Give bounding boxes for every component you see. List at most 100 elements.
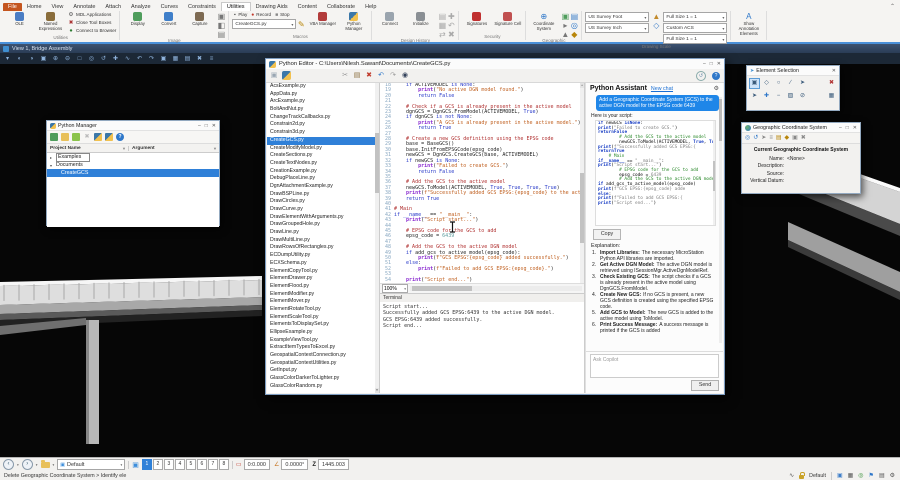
fit-view-icon[interactable]: ◎ <box>87 54 96 64</box>
close-icon[interactable]: ✕ <box>212 123 216 129</box>
mode-subtract-icon[interactable]: − <box>773 91 784 102</box>
tab-curves[interactable]: Curves <box>156 3 183 11</box>
gcs-shared-icon[interactable]: ◆ <box>785 134 790 143</box>
column-project-name[interactable]: Project Name <box>50 146 81 151</box>
redo-icon[interactable]: ↷ <box>389 71 397 81</box>
editor-help-icon[interactable]: ? <box>712 72 720 80</box>
signatures[interactable]: Signatures <box>462 12 491 27</box>
coordinate-system[interactable]: ⊕Coordinate System <box>529 12 558 32</box>
flag-icon[interactable]: ⚑ <box>869 472 874 480</box>
code-scrollbar[interactable]: ▴ <box>580 83 584 283</box>
file-item[interactable]: ElementsToDisplaySet.py <box>267 321 379 329</box>
file-item[interactable]: DrawCurve.py <box>267 206 379 214</box>
file-item[interactable]: DrawCircles.py <box>267 198 379 206</box>
file-item[interactable]: AppData.py <box>267 91 379 99</box>
dh-commit-icon[interactable]: ▤ <box>438 12 446 20</box>
image-convert[interactable]: Convert <box>154 12 183 27</box>
tab-analyze[interactable]: Analyze <box>126 3 156 11</box>
coords-field-value[interactable]: 0:0.000 <box>244 459 270 470</box>
signature-cell[interactable]: Signature Cell <box>493 12 522 27</box>
assistant-code-block[interactable]: if newGCS is None: print("Failed to crea… <box>595 120 716 226</box>
file-item[interactable]: AcsExample.py <box>267 83 379 91</box>
clash-icon[interactable]: ✖ <box>195 54 204 64</box>
clear-selection-icon[interactable]: ✖ <box>826 78 837 89</box>
view-next-icon[interactable]: ↷ <box>147 54 156 64</box>
save-icon[interactable]: ▣ <box>270 71 278 81</box>
view-display-menu-icon[interactable]: ▾ <box>3 54 12 64</box>
file-item[interactable]: DrawMultiLine.py <box>267 237 379 245</box>
find-icon[interactable]: ◉ <box>401 71 409 81</box>
view-toggle-2[interactable]: 2 <box>153 459 163 470</box>
file-item[interactable]: DrawRowsOfRectangles.py <box>267 244 379 252</box>
gear-icon[interactable]: ⚙ <box>714 85 719 92</box>
rotate-view-icon[interactable]: ↺ <box>99 54 108 64</box>
macro-record[interactable]: ●Record <box>250 12 271 18</box>
method-shape-icon[interactable]: ◇ <box>761 78 772 89</box>
code-hscrollbar[interactable] <box>410 286 582 291</box>
settings-icon[interactable]: ⚙ <box>890 472 895 480</box>
gcs-details-icon[interactable]: ≡ <box>769 134 773 143</box>
tab-help[interactable]: Help <box>360 3 381 11</box>
minimize-icon[interactable]: – <box>839 125 842 131</box>
explorer-icon[interactable]: ◎ <box>858 472 863 480</box>
terminal-output[interactable]: Script start...Successfully added GCS EP… <box>380 302 584 393</box>
model-views-icon[interactable]: ▣ <box>39 54 48 64</box>
file-item[interactable]: ElementMover.py <box>267 298 379 306</box>
close-icon[interactable]: ✕ <box>717 61 721 67</box>
tab-file[interactable]: File <box>3 3 22 11</box>
macro-play[interactable]: ▪Play <box>232 12 247 18</box>
collapse-ribbon-icon[interactable]: ⌃ <box>890 3 895 10</box>
forward-button[interactable]: › <box>22 459 33 470</box>
chevron-down-icon[interactable]: ▾ <box>53 463 55 467</box>
file-item[interactable]: DrawGroupedHole.py <box>267 221 379 229</box>
gcs-reproject-icon[interactable]: ↺ <box>753 134 758 143</box>
paste-icon[interactable]: ▤ <box>353 71 361 81</box>
vba-manager[interactable]: VBA Manager <box>308 12 337 32</box>
tree-item-examples[interactable]: ▸ Examples <box>47 153 219 161</box>
close-icon[interactable]: ✕ <box>832 68 836 74</box>
file-item[interactable]: DebugPlaceLine.py <box>267 175 379 183</box>
pm-run-python-icon[interactable] <box>94 133 102 141</box>
pan-view-icon[interactable]: ✚ <box>111 54 120 64</box>
mode-new-icon[interactable]: ➤ <box>749 91 760 102</box>
file-item[interactable]: GlassColorRandom.py <box>267 383 379 391</box>
file-item[interactable]: ExtractItemTypesToExcel.py <box>267 344 379 352</box>
acs-scale-select[interactable]: Full Size 1 = 1▾ <box>663 34 727 44</box>
connect-to-browser[interactable]: ●Connect to Browser <box>68 28 116 35</box>
chevron-down-icon[interactable]: ▾ <box>17 463 19 467</box>
view-toggle-1[interactable]: 1 <box>142 459 152 470</box>
dh-restore-icon[interactable]: ↶ <box>447 21 455 29</box>
active-level-label[interactable]: Default <box>809 473 826 479</box>
file-item[interactable]: ElementCopyTool.py <box>267 268 379 276</box>
full-size-scale-select[interactable]: Full Size 1 = 1▾ <box>663 12 727 22</box>
snap-mode-icon[interactable]: ∿ <box>789 472 794 480</box>
method-circle-icon[interactable]: ○ <box>773 78 784 89</box>
macro-select[interactable]: CreateGCS.py▾ <box>232 19 296 29</box>
tree-item-documents[interactable]: ▾ Documents <box>47 161 219 169</box>
details-icon[interactable]: ▤ <box>879 472 885 480</box>
folder-icon[interactable] <box>41 462 50 468</box>
tab-constraints[interactable]: Constraints <box>183 3 221 11</box>
image-adjust-icon[interactable]: ◧ <box>217 21 225 29</box>
image-manage-icon[interactable]: ▤ <box>217 30 225 38</box>
file-item[interactable]: GeospatialContextUtilities.py <box>267 360 379 368</box>
gcs-from-library-icon[interactable]: ◎ <box>745 134 750 143</box>
file-item[interactable]: Constrain2d.py <box>267 121 379 129</box>
expander-icon[interactable]: ▾ <box>50 163 54 168</box>
gcs-from-placemark-icon[interactable]: ➤ <box>761 134 766 143</box>
view-toggle-7[interactable]: 7 <box>208 459 218 470</box>
mode-add-icon[interactable]: ✚ <box>761 91 772 102</box>
gcs-title-bar[interactable]: Geographic Coordinate System – □ ✕ <box>742 123 860 133</box>
new-chat-link[interactable]: New chat <box>651 86 673 92</box>
back-button[interactable]: ‹ <box>3 459 14 470</box>
macro-stop[interactable]: ■Stop <box>274 12 289 18</box>
element-selection-title-bar[interactable]: ➤ Element Selection ✕ <box>747 66 839 76</box>
geo-attach-icon[interactable]: ▣ <box>561 12 569 20</box>
edit-macro-icon[interactable]: ✎ <box>297 20 305 28</box>
file-item[interactable]: ElementFlood.py <box>267 283 379 291</box>
send-button[interactable]: Send <box>691 380 719 391</box>
dh-delete-icon[interactable]: ✖ <box>447 30 455 38</box>
zoom-in-icon[interactable]: ⊕ <box>51 54 60 64</box>
python-icon[interactable] <box>282 71 291 80</box>
tab-view[interactable]: View <box>47 3 69 11</box>
